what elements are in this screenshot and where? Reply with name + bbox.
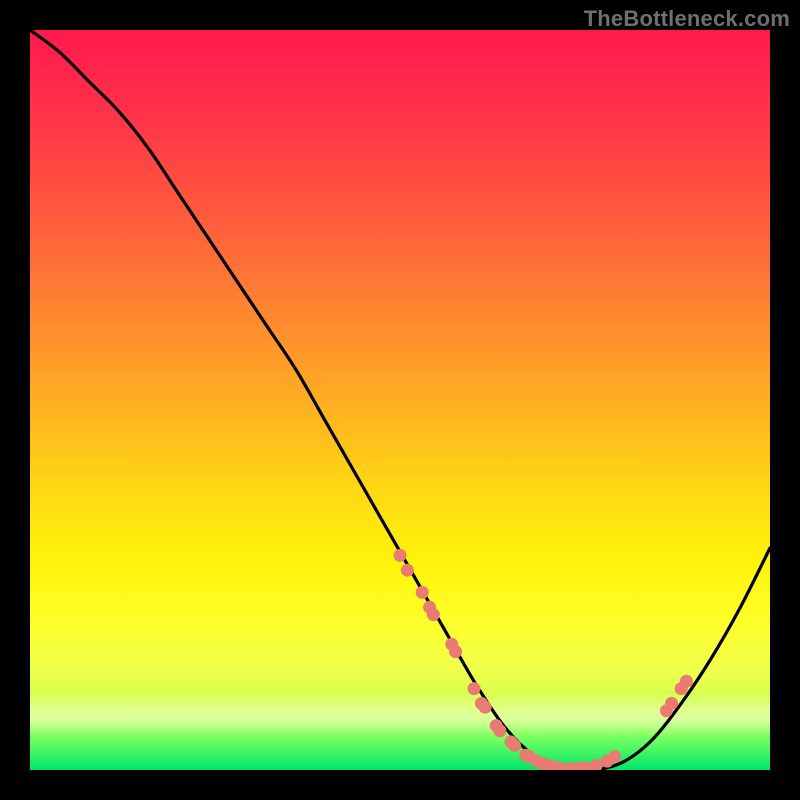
highlight-point	[394, 549, 407, 562]
highlight-point	[493, 724, 506, 737]
bottleneck-curve	[30, 30, 770, 770]
highlight-point	[468, 682, 481, 695]
highlight-point	[608, 750, 621, 763]
chart-container: TheBottleneck.com	[0, 0, 800, 800]
attribution-label: TheBottleneck.com	[584, 6, 790, 32]
highlight-points	[394, 549, 693, 770]
highlight-point	[401, 564, 414, 577]
highlight-point	[665, 697, 678, 710]
highlight-point	[479, 701, 492, 714]
highlight-point	[508, 739, 521, 752]
highlight-point	[427, 608, 440, 621]
plot-area	[30, 30, 770, 770]
highlight-point	[449, 645, 462, 658]
highlight-point	[680, 675, 693, 688]
highlight-point	[579, 761, 592, 770]
highlight-point	[416, 586, 429, 599]
highlight-point	[590, 759, 603, 770]
curve-svg	[30, 30, 770, 770]
